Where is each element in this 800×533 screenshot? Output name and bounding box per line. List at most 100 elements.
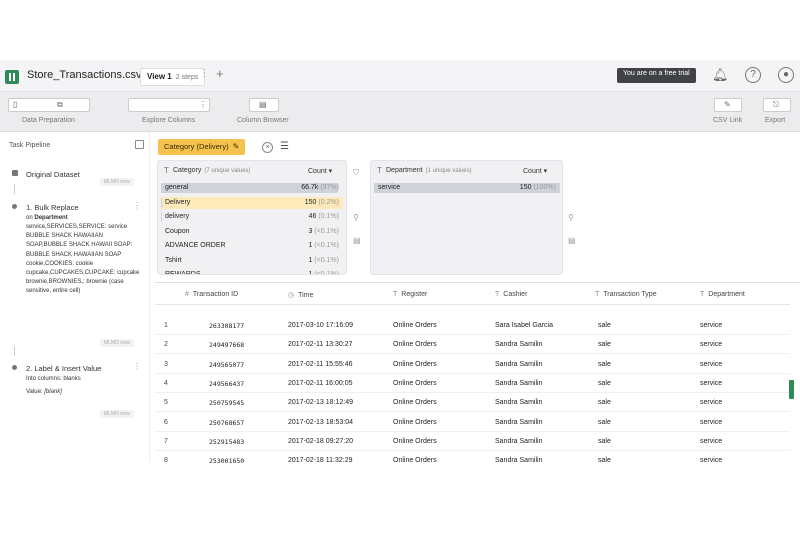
app-header: Store_Transactions.csv View 12 steps ⋮ +…: [0, 60, 800, 92]
sidebar-title: Task Pipeline: [9, 142, 51, 149]
category-unique-count: (7 unique values): [204, 168, 251, 174]
facet-value-row[interactable]: ADVANCE ORDER 1 (<0.1%): [161, 240, 343, 252]
filter-menu-icon[interactable]: ☰: [280, 141, 289, 152]
row-index: 1: [164, 322, 168, 329]
table-cell: 2017-02-11 13:30:27: [288, 341, 353, 349]
table-cell: Sandra Samilin: [495, 379, 543, 387]
table-cell: sale: [598, 322, 611, 329]
column-type-icon: ◷: [288, 292, 295, 299]
column-header[interactable]: ◷ Time: [288, 291, 313, 299]
column-header[interactable]: T Register: [393, 291, 427, 298]
facet-count-number: 150: [304, 198, 319, 206]
vertical-scrollbar[interactable]: [789, 380, 794, 399]
count-label: Count: [523, 168, 542, 175]
category-filter-chip[interactable]: Category (Delivery) ✎: [158, 139, 246, 155]
table-row[interactable]: 5 250759545 2017-02-13 18:12:49 Online Orde…: [155, 393, 790, 413]
category-facet-name: Category: [173, 167, 202, 174]
facet-search-icon[interactable]: ⚲: [568, 213, 574, 222]
table-row[interactable]: 3 249565077 2017-02-11 15:55:46 Online Orde…: [155, 355, 790, 374]
column-browser-icon: ▤: [259, 100, 267, 109]
data-prep-icon: ⧉: [57, 100, 63, 109]
bell-icon[interactable]: 🔔︎: [712, 67, 729, 83]
category-count-sort[interactable]: Count ▾: [308, 167, 332, 175]
original-dataset-badge: MLMO now: [100, 178, 134, 186]
file-title[interactable]: Store_Transactions.csv: [27, 69, 142, 81]
department-facet-header: T Department (1 unique values) Count ▾: [371, 161, 562, 181]
help-icon[interactable]: ?: [745, 67, 761, 83]
table-cell: Sandra Samilin: [495, 437, 543, 445]
user-icon[interactable]: ●: [778, 67, 794, 83]
facet-clear-icon[interactable]: ▤: [353, 236, 361, 245]
table-cell: service: [700, 399, 723, 407]
csv-link-button[interactable]: ✎: [714, 98, 742, 112]
link-icon: ✎: [724, 100, 731, 109]
row-index: 3: [164, 360, 168, 368]
table-cell: sale: [598, 379, 611, 387]
column-type-icon: T: [393, 291, 398, 298]
facet-value-label: delivery: [165, 213, 190, 220]
pencil-icon[interactable]: ✎: [233, 142, 240, 151]
explore-menu-icon: ⋮: [199, 100, 207, 109]
column-header[interactable]: T Cashier: [495, 291, 527, 298]
export-icon: ⎋: [773, 100, 780, 109]
facet-value-row[interactable]: Tshirt 1 (<0.1%): [161, 255, 343, 267]
facet-value-label: service: [378, 184, 401, 191]
trial-badge[interactable]: You are on a free trial: [617, 68, 696, 83]
facet-count-number: 66.7k: [301, 184, 321, 191]
facet-count-number: 150: [519, 184, 534, 191]
facet-count-percent: (97%): [320, 184, 339, 191]
table-row[interactable]: 2 249497668 2017-02-11 13:30:27 Online Orde…: [155, 335, 790, 355]
step-1-title[interactable]: 1. Bulk Replace: [26, 203, 79, 212]
facet-value-row[interactable]: delivery 46 (0.1%): [161, 211, 343, 223]
table-cell: 263308177: [209, 322, 245, 330]
step-1-column: on Department: [26, 214, 141, 223]
facet-clear-icon[interactable]: ▤: [568, 236, 576, 245]
table-cell: Sandra Samilin: [495, 418, 543, 426]
tab-view-1[interactable]: View 12 steps: [140, 68, 206, 86]
table-row[interactable]: 1 263308177 2017-03-10 17:16:09 Online Orde…: [155, 316, 790, 335]
table-cell: 249566437: [209, 379, 245, 388]
explore-columns-buttons[interactable]: ⋮: [128, 98, 210, 112]
facet-filter-icon[interactable]: ⛉: [353, 168, 359, 178]
column-header[interactable]: T Department: [700, 291, 745, 298]
table-row[interactable]: 4 249566437 2017-02-11 16:00:05 Online Orde…: [155, 374, 790, 393]
column-type-icon: #: [185, 291, 189, 298]
table-cell: 2017-02-18 09:27:20: [288, 437, 353, 445]
step-2-menu-icon[interactable]: ⋮: [133, 362, 141, 371]
export-button[interactable]: ⎋: [763, 98, 791, 112]
facet-value-row[interactable]: general 66.7k (97%): [161, 182, 343, 194]
table-cell: 249565077: [209, 360, 245, 369]
step-1-column-name: Department: [34, 215, 68, 221]
column-browser-button[interactable]: ▤: [249, 98, 279, 112]
column-header-label: Time: [298, 292, 314, 299]
column-header[interactable]: T Transaction Type: [595, 291, 657, 298]
category-facet-title: Category (7 unique values): [173, 167, 250, 174]
column-header[interactable]: # Transaction ID: [185, 291, 238, 298]
tab-menu-icon[interactable]: ⋮: [199, 68, 209, 79]
pipeline-icon: ▯: [13, 100, 18, 109]
facet-value-row[interactable]: REWARDS 1 (<0.1%): [161, 269, 343, 274]
table-row[interactable]: 7 252915483 2017-02-18 09:27:20 Online Orde…: [155, 432, 790, 451]
text-type-icon: T: [164, 166, 169, 175]
department-count-sort[interactable]: Count ▾: [523, 167, 547, 175]
department-facet: T Department (1 unique values) Count ▾ se…: [370, 160, 563, 275]
table-row[interactable]: 6 250768657 2017-02-13 18:53:04 Online Orde…: [155, 413, 790, 432]
collapse-sidebar-icon[interactable]: [135, 140, 144, 149]
facet-value-row[interactable]: Coupon 3 (<0.1%): [161, 226, 343, 238]
table-cell: Online Orders: [393, 457, 437, 465]
step-2-title[interactable]: 2. Label & Insert Value: [26, 364, 101, 373]
original-dataset-label[interactable]: Original Dataset: [26, 170, 80, 179]
table-cell: 252915483: [209, 437, 245, 446]
grid-header: # Transaction ID ◷ Time T Register T Cashier T Tr…: [155, 283, 790, 305]
data-preparation-buttons[interactable]: ▯ ⧉: [8, 98, 90, 112]
table-cell: Online Orders: [393, 322, 437, 329]
step-1-menu-icon[interactable]: ⋮: [133, 201, 141, 210]
facet-value-row[interactable]: service 150 (100%): [374, 182, 560, 194]
facet-value-row[interactable]: Delivery 150 (0.2%): [161, 196, 343, 209]
facet-value-label: Tshirt: [165, 256, 182, 264]
table-cell: sale: [598, 418, 611, 426]
add-view-button[interactable]: +: [216, 66, 224, 81]
clear-filter-icon[interactable]: ×: [262, 142, 273, 153]
dataset-icon: [12, 170, 18, 176]
facet-search-icon[interactable]: ⚲: [353, 213, 359, 222]
